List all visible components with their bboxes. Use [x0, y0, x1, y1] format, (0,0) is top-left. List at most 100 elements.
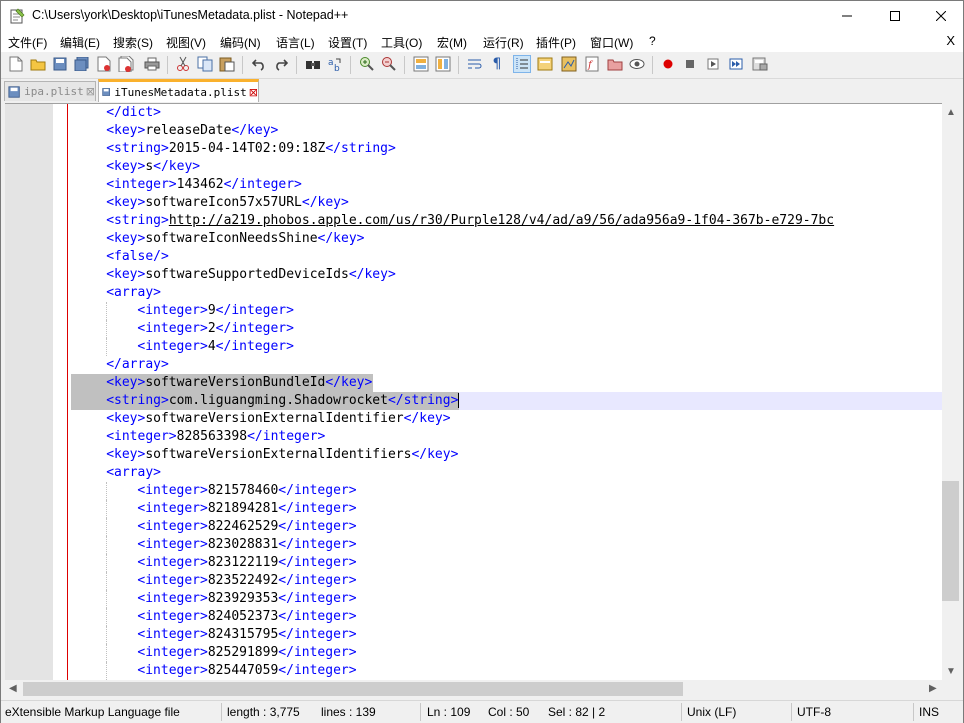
close-button[interactable] [918, 1, 964, 31]
code-line[interactable]: 94<key>releaseDate</key> [71, 122, 942, 140]
save-icon[interactable] [51, 55, 69, 73]
scroll-left-arrow-icon[interactable]: ◀ [9, 683, 17, 694]
code-line[interactable]: 97<integer>143462</integer> [71, 176, 942, 194]
tab-close-icon[interactable]: ⊠ [249, 86, 258, 99]
menu-window[interactable]: 窗口(W) [590, 34, 633, 51]
menu-edit[interactable]: 编辑(E) [60, 34, 100, 51]
code-line[interactable]: 105<integer>2</integer> [71, 320, 942, 338]
horizontal-scrollbar-thumb[interactable] [23, 682, 683, 696]
code-line[interactable]: 112<key>softwareVersionExternalIdentifie… [71, 446, 942, 464]
code-line[interactable]: 120<integer>823929353</integer> [71, 590, 942, 608]
playback-macro-icon[interactable] [704, 55, 722, 73]
menu-encoding[interactable]: 编码(N) [220, 34, 261, 51]
code-line[interactable]: 96<key>s</key> [71, 158, 942, 176]
code-line[interactable]: 113<array> [71, 464, 942, 482]
code-line[interactable]: 122<integer>824315795</integer> [71, 626, 942, 644]
document-map-icon[interactable] [560, 55, 578, 73]
code-line[interactable]: 118<integer>823122119</integer> [71, 554, 942, 572]
menu-language[interactable]: 语言(L) [276, 34, 315, 51]
word-wrap-icon[interactable] [466, 55, 484, 73]
tab-close-icon[interactable]: ⊠ [86, 85, 95, 98]
menu-macro[interactable]: 宏(M) [437, 34, 467, 51]
scroll-up-arrow-icon[interactable]: ▲ [946, 107, 956, 118]
folder-as-workspace-icon[interactable] [606, 55, 624, 73]
menu-search[interactable]: 搜索(S) [113, 34, 153, 51]
close-file-icon[interactable] [95, 55, 113, 73]
menu-file[interactable]: 文件(F) [8, 34, 47, 51]
menu-run[interactable]: 运行(R) [483, 34, 524, 51]
vertical-scrollbar-thumb[interactable] [942, 481, 959, 601]
code-line[interactable]: 114<integer>821578460</integer> [71, 482, 942, 500]
code-line[interactable]: 93</dict> [71, 104, 942, 122]
sync-horizontal-icon[interactable] [434, 55, 452, 73]
close-document-button[interactable]: X [946, 33, 955, 48]
code-line[interactable]: 99<string>http://a219.phobos.apple.com/u… [71, 212, 942, 230]
run-macro-multiple-icon[interactable] [727, 55, 745, 73]
url-link[interactable]: http://a219.phobos.apple.com/us/r30/Purp… [169, 213, 834, 228]
code-line[interactable]: 107</array> [71, 356, 942, 374]
menu-help[interactable]: ? [649, 34, 656, 48]
indent-guide-icon[interactable] [513, 55, 531, 73]
new-file-icon[interactable] [7, 55, 25, 73]
code-line[interactable]: 116<integer>822462529</integer> [71, 518, 942, 536]
tab-ipa-plist[interactable]: ipa.plist ⊠ [4, 81, 96, 101]
code-line[interactable]: 95<string>2015-04-14T02:09:18Z</string> [71, 140, 942, 158]
maximize-button[interactable] [872, 1, 918, 31]
function-list-icon[interactable]: f [583, 55, 601, 73]
open-file-icon[interactable] [29, 55, 47, 73]
menu-plugins[interactable]: 插件(P) [536, 34, 576, 51]
cut-icon[interactable] [174, 55, 192, 73]
save-all-icon[interactable] [73, 55, 91, 73]
code-line[interactable]: 121<integer>824052373</integer> [71, 608, 942, 626]
code-line[interactable]: 123<integer>825291899</integer> [71, 644, 942, 662]
undo-icon[interactable] [250, 55, 268, 73]
code-line[interactable]: 101<false/> [71, 248, 942, 266]
stop-recording-icon[interactable] [681, 55, 699, 73]
code-line[interactable]: 109<string>com.liguangming.Shadowrocket<… [71, 392, 942, 410]
close-all-icon[interactable] [117, 55, 135, 73]
record-macro-icon[interactable] [659, 55, 677, 73]
paste-icon[interactable] [218, 55, 236, 73]
print-icon[interactable] [143, 55, 161, 73]
menu-tools[interactable]: 工具(O) [381, 34, 422, 51]
code-line[interactable]: 108<key>softwareVersionBundleId</key> [71, 374, 942, 392]
zoom-in-icon[interactable] [358, 55, 376, 73]
code-line[interactable]: 117<integer>823028831</integer> [71, 536, 942, 554]
title-bar[interactable]: C:\Users\york\Desktop\iTunesMetadata.pli… [1, 1, 963, 31]
code-line[interactable]: 124<integer>825447059</integer> [71, 662, 942, 680]
zoom-out-icon[interactable] [380, 55, 398, 73]
scroll-down-arrow-icon[interactable]: ▼ [946, 666, 956, 677]
code-text-area[interactable]: 93</dict>94<key>releaseDate</key>95<stri… [71, 104, 942, 681]
redo-icon[interactable] [272, 55, 290, 73]
code-line[interactable]: 104<integer>9</integer> [71, 302, 942, 320]
fold-margin[interactable] [53, 104, 71, 681]
minimize-button[interactable] [824, 1, 870, 31]
status-encoding: UTF-8 [797, 705, 831, 719]
save-macro-icon[interactable] [751, 55, 769, 73]
show-all-characters-icon[interactable]: ¶ [488, 55, 506, 73]
editor-pane[interactable]: 93</dict>94<key>releaseDate</key>95<stri… [5, 103, 962, 681]
xml-text: 143462 [176, 177, 224, 192]
code-line[interactable]: 111<integer>828563398</integer> [71, 428, 942, 446]
define-language-icon[interactable] [536, 55, 554, 73]
find-icon[interactable] [304, 55, 322, 73]
code-line[interactable]: 98<key>softwareIcon57x57URL</key> [71, 194, 942, 212]
code-line[interactable]: 103<array> [71, 284, 942, 302]
monitoring-icon[interactable] [628, 55, 646, 73]
line-number-gutter [5, 104, 53, 681]
scroll-right-arrow-icon[interactable]: ▶ [929, 683, 937, 694]
xml-text: 823122119 [207, 555, 279, 570]
copy-icon[interactable] [196, 55, 214, 73]
code-line[interactable]: 100<key>softwareIconNeedsShine</key> [71, 230, 942, 248]
menu-settings[interactable]: 设置(T) [328, 34, 367, 51]
fold-line [67, 104, 68, 681]
sync-vertical-icon[interactable] [412, 55, 430, 73]
menu-view[interactable]: 视图(V) [166, 34, 206, 51]
code-line[interactable]: 102<key>softwareSupportedDeviceIds</key> [71, 266, 942, 284]
tab-itunesmetadata-plist[interactable]: iTunesMetadata.plist ⊠ [98, 79, 259, 102]
code-line[interactable]: 106<integer>4</integer> [71, 338, 942, 356]
code-line[interactable]: 110<key>softwareVersionExternalIdentifie… [71, 410, 942, 428]
code-line[interactable]: 115<integer>821894281</integer> [71, 500, 942, 518]
code-line[interactable]: 119<integer>823522492</integer> [71, 572, 942, 590]
replace-icon[interactable]: ab [326, 55, 344, 73]
